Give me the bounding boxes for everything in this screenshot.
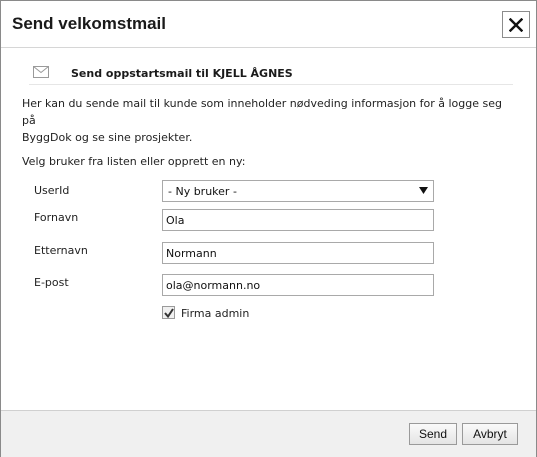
intro-line: ByggDok og se sine prosjekter.	[22, 131, 193, 144]
firma-admin-checkbox[interactable]	[162, 306, 175, 319]
lastname-label: Etternavn	[34, 244, 88, 257]
cancel-button[interactable]: Avbryt	[462, 423, 518, 445]
email-label: E-post	[34, 276, 69, 289]
userid-label: UserId	[34, 184, 70, 197]
intro-text: Her kan du sende mail til kunde som inne…	[22, 95, 517, 146]
dialog-footer: Send Avbryt	[1, 410, 536, 457]
select-user-prompt: Velg bruker fra listen eller opprett en …	[22, 155, 246, 168]
intro-line: Her kan du sende mail til kunde som inne…	[22, 97, 502, 127]
userid-select[interactable]: - Ny bruker -	[162, 180, 434, 202]
firstname-input[interactable]	[162, 209, 434, 231]
userid-selected-value: - Ny bruker -	[168, 185, 237, 198]
dialog-titlebar: Send velkomstmail	[1, 1, 536, 48]
firma-admin-label: Firma admin	[181, 307, 250, 320]
dialog-title: Send velkomstmail	[12, 14, 167, 33]
send-button[interactable]: Send	[409, 423, 457, 445]
envelope-icon	[33, 66, 49, 78]
firstname-label: Fornavn	[34, 211, 79, 224]
close-button[interactable]	[502, 11, 530, 38]
send-welcome-mail-dialog: Send velkomstmail Send oppstartsmail til…	[0, 0, 537, 457]
section-title: Send oppstartsmail til KJELL ÅGNES	[71, 67, 293, 80]
close-icon	[509, 17, 523, 32]
checkmark-icon	[164, 308, 174, 318]
email-input[interactable]	[162, 274, 434, 296]
lastname-input[interactable]	[162, 242, 434, 264]
section-header: Send oppstartsmail til KJELL ÅGNES	[29, 64, 513, 85]
dropdown-arrow-icon	[419, 187, 428, 194]
